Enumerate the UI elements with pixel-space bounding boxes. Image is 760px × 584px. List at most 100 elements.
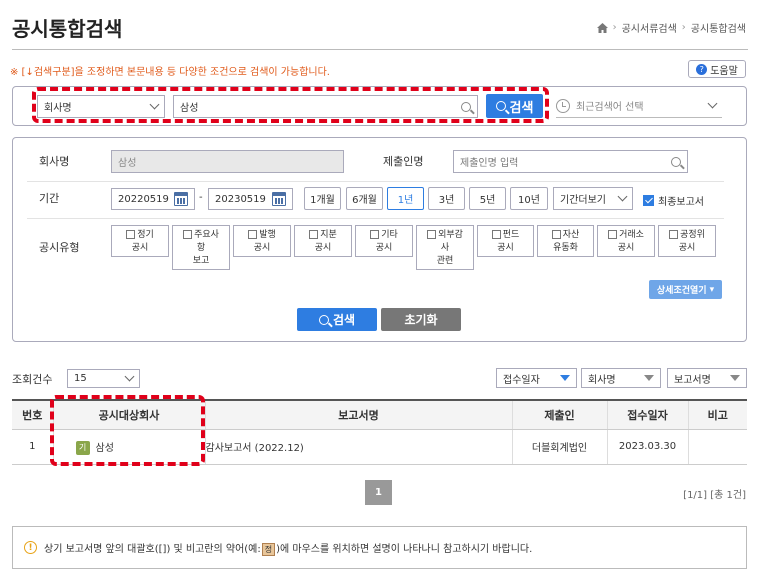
type-label: 거래소 (619, 230, 644, 240)
checkbox[interactable] (491, 230, 501, 239)
info-text: 상기 보고서명 앞의 대괄호([]) 및 비고란의 약어(예: 정)에 마우스를 … (44, 540, 532, 556)
final-report-label: 최종보고서 (658, 197, 704, 208)
sort-date-select[interactable]: 접수일자 (496, 368, 577, 388)
period-more-value: 기간더보기 (560, 195, 606, 206)
type-checkbox-ftc[interactable]: 공정위공시 (658, 225, 716, 257)
checkbox[interactable] (248, 230, 258, 239)
clock-icon (556, 98, 570, 113)
date-to-input[interactable]: 20230519 (208, 188, 293, 210)
checkbox[interactable] (427, 230, 437, 239)
type-checkbox-exchange[interactable]: 거래소공시 (597, 225, 655, 257)
report-link[interactable]: 감사보고서 (2022.12) (206, 443, 304, 454)
search-button[interactable]: 검색 (297, 308, 377, 331)
type-checkbox-regular[interactable]: 정기 공시 (111, 225, 169, 257)
search-notice: ※ [↓검색구분]을 조정하면 본문내용 등 다양한 조건으로 검색이 가능합니… (10, 67, 330, 78)
type-checkbox-major[interactable]: 주요사 항 보고 (172, 225, 230, 270)
type-label: 외부감 (438, 230, 463, 240)
type-label: 항 (196, 243, 206, 253)
help-label: 도움말 (710, 65, 738, 77)
submitter-label: 제출인명 (383, 155, 424, 168)
type-label: 관련 (436, 256, 454, 266)
column-header-note: 비고 (687, 399, 747, 430)
chevron-right-icon: › (612, 22, 617, 33)
period-button-3y[interactable]: 3년 (428, 187, 465, 210)
company-label: 회사명 (39, 155, 70, 168)
checkbox[interactable] (551, 230, 561, 239)
recent-search-placeholder: 최근검색어 선택 (576, 102, 644, 113)
period-button-1y[interactable]: 1년 (387, 187, 424, 210)
checkbox[interactable] (370, 230, 380, 239)
breadcrumb-item-integrated-search[interactable]: 공시통합검색 (691, 20, 746, 35)
cell-note (687, 429, 747, 465)
type-checkbox-fund[interactable]: 펀드 공시 (477, 225, 534, 257)
page-button-1[interactable]: 1 (365, 480, 392, 505)
sort-report-label: 보고서명 (674, 374, 711, 386)
reset-button[interactable]: 초기화 (381, 308, 461, 331)
caret-down-icon (560, 375, 570, 381)
breadcrumb: › 공시서류검색 › 공시통합검색 (596, 20, 746, 35)
type-checkbox-abs[interactable]: 자산유동화 (537, 225, 594, 257)
sort-date-label: 접수일자 (503, 374, 540, 386)
column-header-no: 번호 (12, 399, 53, 430)
abbr-sample-badge: 정 (261, 542, 276, 556)
type-label: 공시 (497, 243, 514, 253)
type-checkbox-other[interactable]: 기타 공시 (355, 225, 413, 257)
recent-search-select[interactable]: 최근검색어 선택 (556, 94, 722, 118)
final-report-option[interactable]: 최종보고서 (643, 193, 704, 208)
type-checkbox-issuance[interactable]: 발행 공시 (233, 225, 291, 257)
period-label: 기간 (39, 192, 60, 205)
disclosure-type-label: 공시유형 (39, 241, 80, 254)
type-checkbox-audit[interactable]: 외부감사관련 (416, 225, 474, 270)
type-label: 자산 (562, 230, 580, 240)
caret-down-icon: ▾ (709, 284, 715, 295)
page-title: 공시통합검색 (12, 17, 123, 41)
type-label: 공시 (678, 243, 696, 253)
highlight-box-company (50, 395, 205, 466)
cell-date: 2023.03.30 (606, 429, 688, 465)
checkbox[interactable] (309, 230, 319, 239)
detail-conditions-toggle[interactable]: 상세조건열기 ▾ (649, 280, 722, 299)
detail-conditions-label: 상세조건열기 (656, 286, 707, 296)
info-box: ! 상기 보고서명 앞의 대괄호([]) 및 비고란의 약어(예: 정)에 마우스… (12, 526, 747, 569)
result-count-label: 조회건수 (12, 373, 53, 386)
breadcrumb-item-disclosure-search[interactable]: 공시서류검색 (622, 20, 677, 35)
calendar-icon[interactable] (272, 192, 286, 206)
type-checkbox-equity[interactable]: 지분 공시 (294, 225, 352, 257)
page-count: [1/1] [총 1건] (683, 490, 746, 501)
type-label: 공정위 (680, 230, 705, 240)
date-from-input[interactable]: 20220519 (111, 188, 195, 210)
column-header-submitter: 제출인 (511, 399, 607, 430)
checkbox[interactable] (183, 230, 193, 239)
period-more-select[interactable]: 기간더보기 (553, 187, 633, 210)
type-label: 공시 (617, 243, 635, 253)
cell-submitter: 더블회계법인 (511, 429, 607, 465)
sort-company-select[interactable]: 회사명 (581, 368, 661, 388)
period-button-5y[interactable]: 5년 (469, 187, 506, 210)
sort-report-select[interactable]: 보고서명 (667, 368, 747, 388)
checkbox[interactable] (669, 230, 679, 239)
info-text-before: 상기 보고서명 앞의 대괄호([]) 및 비고란의 약어(예: (44, 543, 261, 555)
period-button-1m[interactable]: 1개월 (304, 187, 341, 210)
result-count-select[interactable]: 15 (67, 369, 140, 388)
final-report-checkbox[interactable] (643, 195, 654, 206)
company-value: 삼성 (118, 158, 137, 169)
home-icon[interactable] (596, 22, 608, 33)
help-button[interactable]: ? 도움말 (688, 60, 746, 78)
search-icon[interactable] (671, 156, 681, 167)
caret-down-icon (730, 375, 740, 381)
submitter-input[interactable]: 제출인명 입력 (453, 150, 688, 173)
type-label: 유동화 (553, 243, 578, 253)
checkbox[interactable] (126, 230, 136, 239)
date-separator: - (199, 192, 203, 203)
cell-no: 1 (12, 429, 53, 465)
date-from-value: 20220519 (118, 193, 169, 205)
checkbox[interactable] (608, 230, 618, 239)
period-button-6m[interactable]: 6개월 (346, 187, 383, 210)
calendar-icon[interactable] (174, 192, 188, 206)
info-text-after: )에 마우스를 위치하면 설명이 나타나니 참고하시기 바랍니다. (276, 543, 533, 555)
type-label: 공시 (253, 243, 271, 253)
period-button-10y[interactable]: 10년 (510, 187, 548, 210)
help-icon: ? (696, 63, 708, 75)
type-label: 사 (440, 243, 450, 253)
result-count-value: 15 (74, 373, 87, 384)
